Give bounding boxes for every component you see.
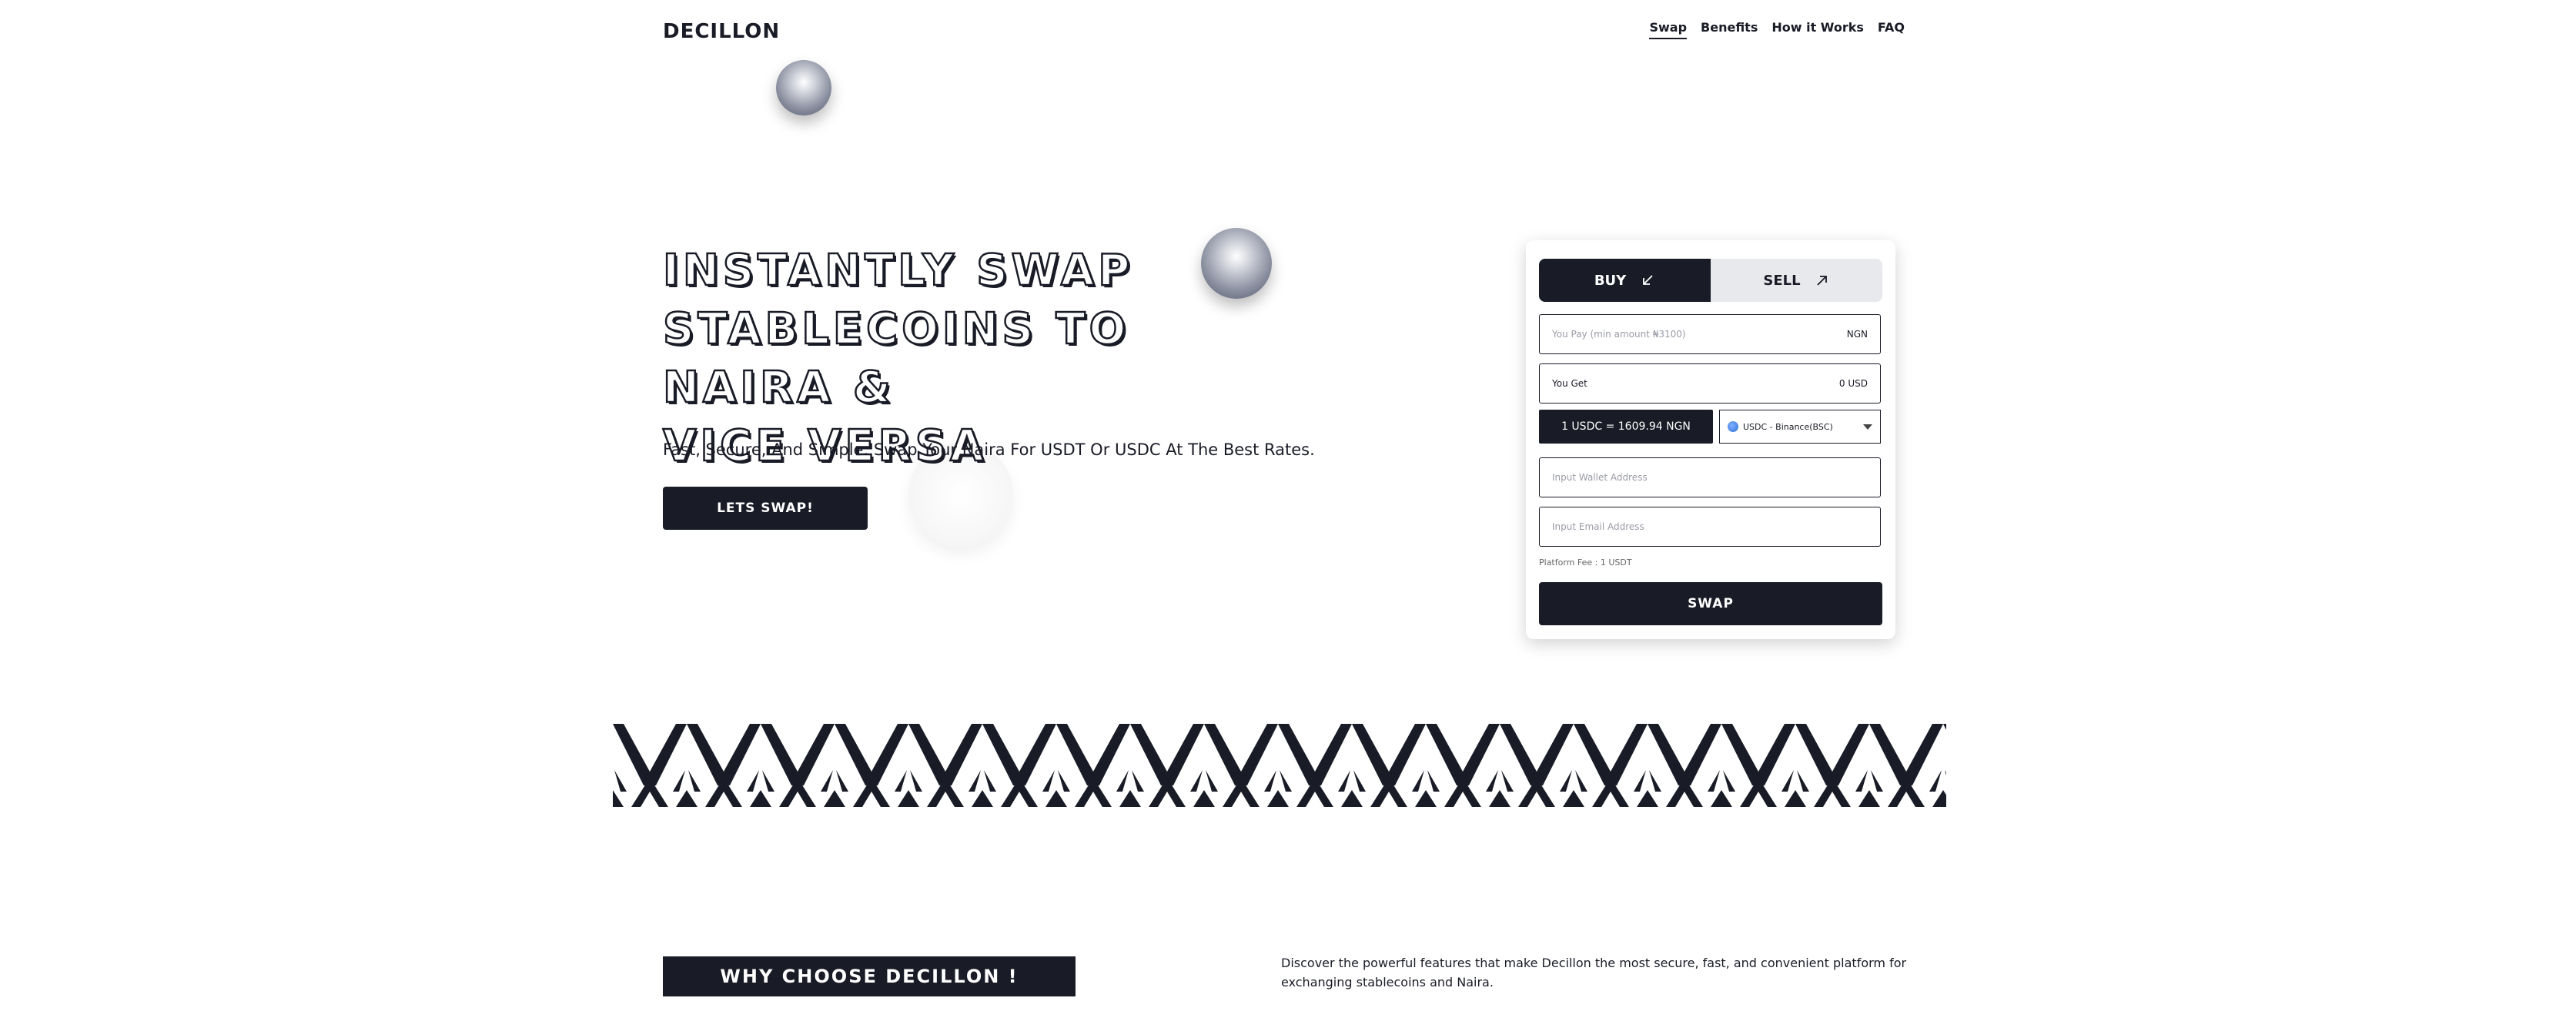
- pay-currency: NGN: [1846, 329, 1868, 340]
- nav-how-it-works[interactable]: How it Works: [1771, 20, 1864, 39]
- decorative-pattern-band: [613, 724, 1946, 807]
- lets-swap-button[interactable]: LETS SWAP!: [663, 487, 868, 530]
- nav-benefits[interactable]: Benefits: [1701, 20, 1758, 39]
- platform-fee: Platform Fee : 1 USDT: [1539, 558, 1632, 568]
- exchange-rate-badge: 1 USDC = 1609.94 NGN: [1539, 410, 1713, 444]
- buy-sell-tabs: BUY SELL: [1539, 259, 1882, 302]
- nav-faq[interactable]: FAQ: [1878, 20, 1905, 39]
- tab-sell[interactable]: SELL: [1711, 259, 1882, 302]
- you-pay-placeholder: You Pay (min amount ₦3100): [1552, 329, 1686, 340]
- swap-button[interactable]: SWAP: [1539, 582, 1882, 625]
- tab-sell-label: SELL: [1763, 272, 1801, 289]
- decorative-sphere: [776, 60, 831, 116]
- you-pay-input[interactable]: You Pay (min amount ₦3100) NGN: [1539, 314, 1881, 354]
- nav-swap[interactable]: Swap: [1649, 20, 1688, 39]
- you-get-label: You Get: [1552, 378, 1587, 389]
- arrow-down-left-icon: [1643, 275, 1653, 285]
- hero-title-line: INSTANTLY SWAP: [662, 245, 1134, 297]
- tab-buy-label: BUY: [1594, 272, 1627, 289]
- email-address-placeholder: Input Email Address: [1552, 521, 1644, 532]
- you-get-field: You Get 0 USD: [1539, 363, 1881, 404]
- tab-buy[interactable]: BUY: [1539, 259, 1711, 302]
- logo[interactable]: DECILLON: [663, 20, 780, 43]
- main-nav: Swap Benefits How it Works FAQ: [1649, 20, 1905, 39]
- network-select[interactable]: USDC - Binance(BSC): [1719, 410, 1881, 444]
- arrow-up-right-icon: [1816, 276, 1827, 286]
- why-choose-heading: WHY CHOOSE DECILLON !: [663, 956, 1076, 996]
- you-get-value: 0 USD: [1838, 378, 1868, 389]
- why-choose-description: Discover the powerful features that make…: [1281, 956, 1907, 990]
- network-selected: USDC - Binance(BSC): [1743, 421, 1833, 432]
- hero-title-line: STABLECOINS TO NAIRA &: [662, 303, 1130, 414]
- hero-subtitle: Fast, Secure, And Simple. Swap Your Nair…: [663, 440, 1315, 459]
- swap-card: BUY SELL You Pay (min amount ₦3100) NGN …: [1526, 240, 1895, 639]
- wallet-address-placeholder: Input Wallet Address: [1552, 472, 1648, 483]
- chevron-down-icon: [1863, 424, 1872, 430]
- globe-icon: [1728, 421, 1738, 432]
- email-address-input[interactable]: Input Email Address: [1539, 507, 1881, 547]
- wallet-address-input[interactable]: Input Wallet Address: [1539, 457, 1881, 497]
